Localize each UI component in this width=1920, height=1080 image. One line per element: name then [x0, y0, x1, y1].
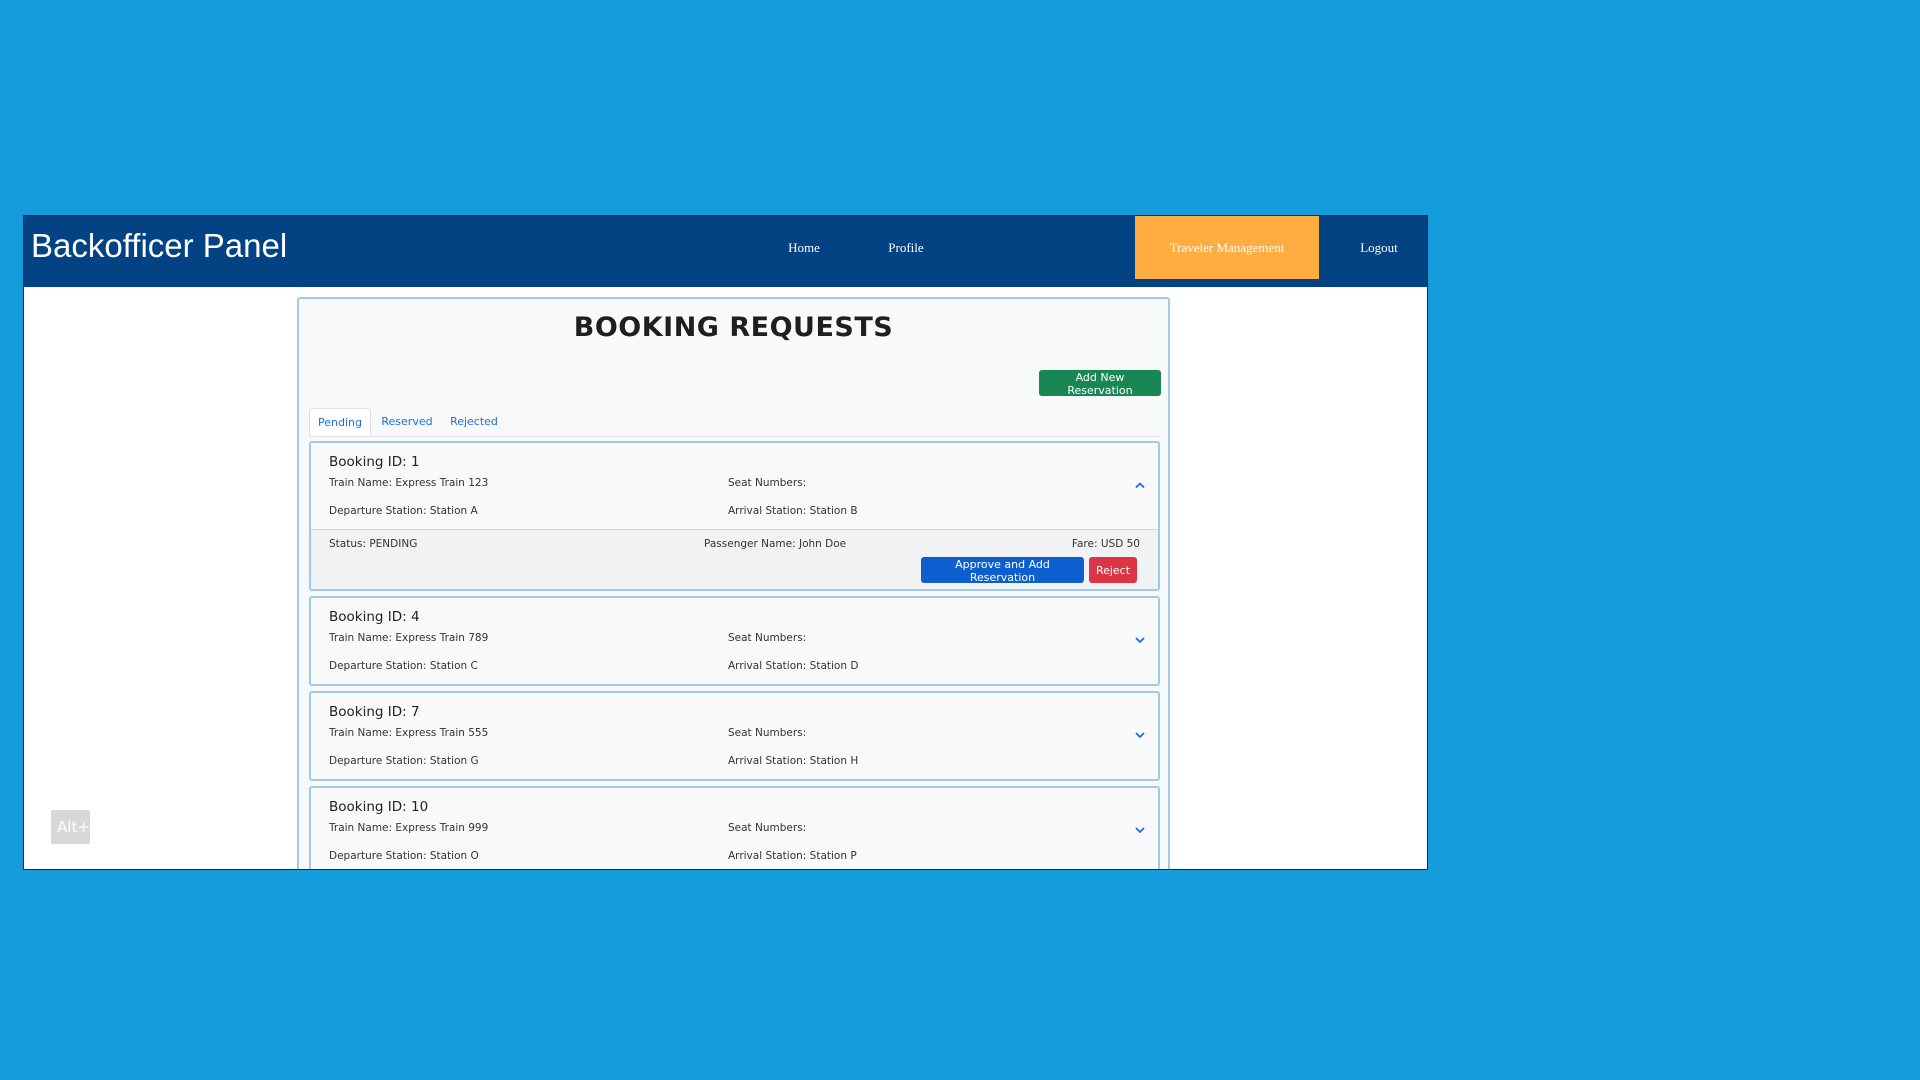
arrival-station: Arrival Station: Station P — [728, 850, 857, 862]
booking-id: Booking ID: 1 — [329, 454, 420, 470]
reject-button[interactable]: Reject — [1089, 557, 1137, 583]
add-new-reservation-button[interactable]: Add New Reservation — [1039, 370, 1161, 397]
booking-card[interactable]: Booking ID: 10 Train Name: Express Train… — [309, 786, 1160, 869]
seat-numbers: Seat Numbers: — [728, 727, 807, 739]
chevron-down-icon[interactable] — [1133, 633, 1147, 647]
booking-card[interactable]: Booking ID: 4 Train Name: Express Train … — [309, 596, 1160, 686]
nav-profile[interactable]: Profile — [856, 216, 956, 279]
passenger-name: Passenger Name: John Doe — [704, 538, 847, 550]
keyboard-hint-overlay: Alt+ — [51, 810, 90, 844]
booking-details: Status: PENDING Passenger Name: John Doe… — [311, 529, 1158, 589]
train-name: Train Name: Express Train 123 — [329, 477, 489, 489]
booking-id: Booking ID: 4 — [329, 609, 420, 625]
booking-requests-panel: BOOKING REQUESTS Add New Reservation Pen… — [297, 297, 1170, 869]
nav-traveler-management[interactable]: Traveler Management — [1135, 216, 1319, 279]
chevron-down-icon[interactable] — [1133, 823, 1147, 837]
train-name: Train Name: Express Train 555 — [329, 727, 489, 739]
seat-numbers: Seat Numbers: — [728, 822, 807, 834]
fare: Fare: USD 50 — [1071, 538, 1140, 550]
seat-numbers: Seat Numbers: — [728, 632, 807, 644]
departure-station: Departure Station: Station O — [329, 850, 479, 862]
departure-station: Departure Station: Station A — [329, 505, 478, 517]
status-tabs: Pending Reserved Rejected — [309, 408, 1160, 437]
navbar: Backofficer Panel Home Profile Traveler … — [24, 216, 1427, 287]
chevron-up-icon[interactable] — [1133, 478, 1147, 492]
approve-button[interactable]: Approve and Add Reservation — [921, 557, 1084, 584]
arrival-station: Arrival Station: Station H — [728, 755, 859, 767]
train-name: Train Name: Express Train 789 — [329, 632, 489, 644]
train-name: Train Name: Express Train 999 — [329, 822, 489, 834]
booking-status: Status: PENDING — [329, 538, 418, 550]
seat-numbers: Seat Numbers: — [728, 477, 807, 489]
nav-home[interactable]: Home — [754, 216, 854, 279]
chevron-down-icon[interactable] — [1133, 728, 1147, 742]
page-title: BOOKING REQUESTS — [573, 312, 894, 343]
tab-pending[interactable]: Pending — [309, 408, 371, 436]
brand-title: Backofficer Panel — [31, 227, 288, 264]
departure-station: Departure Station: Station G — [329, 755, 479, 767]
browser-window: Backofficer Panel Home Profile Traveler … — [23, 215, 1428, 870]
tab-reserved[interactable]: Reserved — [372, 408, 442, 436]
tab-rejected[interactable]: Rejected — [442, 408, 506, 436]
arrival-station: Arrival Station: Station B — [728, 505, 858, 517]
booking-card[interactable]: Booking ID: 7 Train Name: Express Train … — [309, 691, 1160, 781]
booking-id: Booking ID: 10 — [329, 799, 429, 815]
departure-station: Departure Station: Station C — [329, 660, 478, 672]
booking-id: Booking ID: 7 — [329, 704, 420, 720]
nav-logout[interactable]: Logout — [1334, 216, 1424, 279]
arrival-station: Arrival Station: Station D — [728, 660, 859, 672]
booking-card[interactable]: Booking ID: 1 Train Name: Express Train … — [309, 441, 1160, 591]
